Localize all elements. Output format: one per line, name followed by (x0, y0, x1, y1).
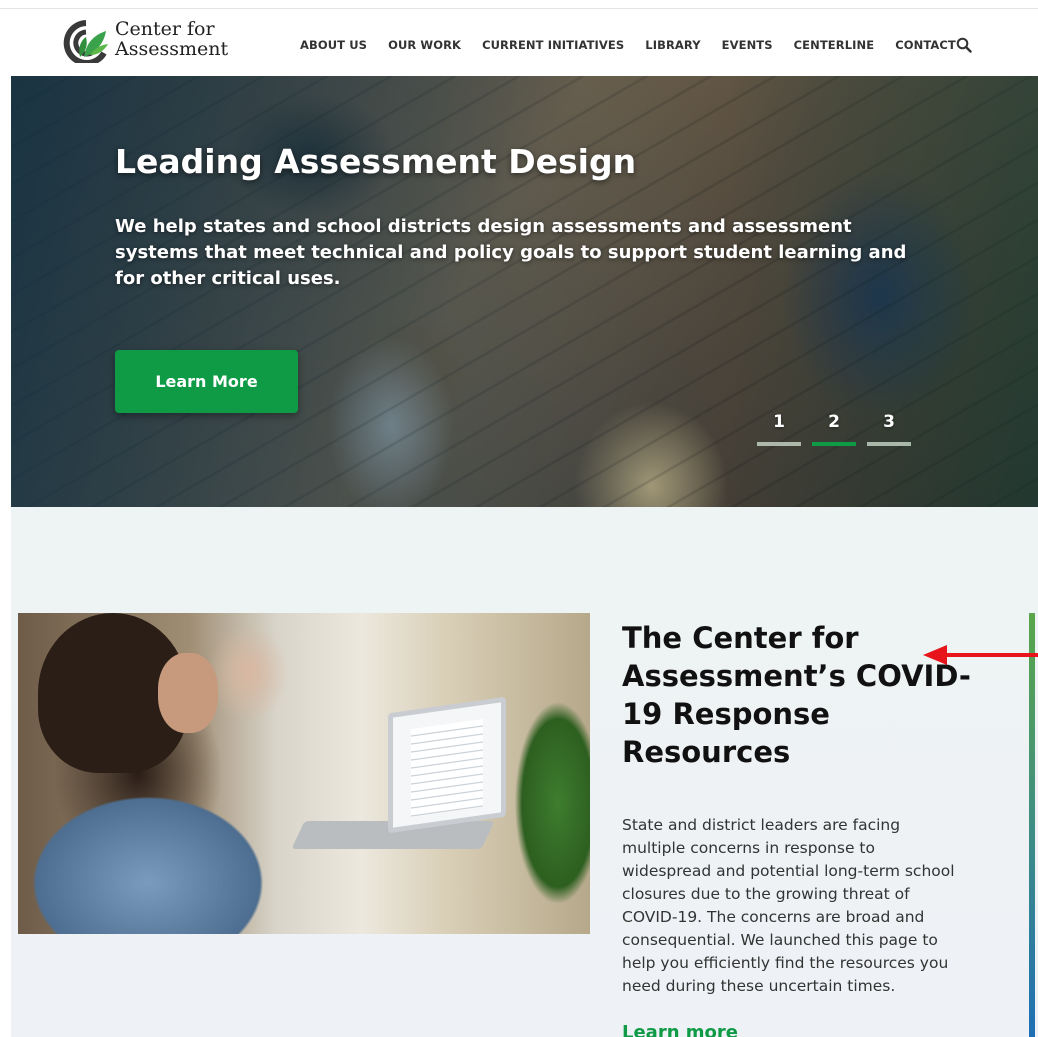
slide-dot-1[interactable]: 1 (757, 412, 801, 446)
feature-description: State and district leaders are facing mu… (622, 816, 955, 995)
hero-description: We help states and school districts desi… (115, 216, 907, 289)
accent-bar (1029, 613, 1035, 1037)
covid-resources-section: The Center for Assessment’s COVID-19 Res… (11, 507, 1038, 1037)
main-nav: ABOUT US OUR WORK CURRENT INITIATIVES LI… (300, 38, 977, 52)
site-header: Center for Assessment ABOUT US OUR WORK … (0, 9, 1038, 76)
slide-number: 3 (883, 412, 895, 432)
nav-library[interactable]: LIBRARY (645, 38, 700, 52)
slide-indicator-bar (867, 442, 911, 446)
nav-our-work[interactable]: OUR WORK (388, 38, 461, 52)
slide-number: 1 (773, 412, 785, 432)
search-icon[interactable] (956, 37, 972, 53)
nav-centerline[interactable]: CENTERLINE (794, 38, 875, 52)
learn-more-button[interactable]: Learn More (115, 350, 298, 413)
feature-title: The Center for Assessment’s COVID-19 Res… (622, 621, 971, 769)
learn-more-link[interactable]: Learn more (622, 1022, 738, 1037)
nav-events[interactable]: EVENTS (722, 38, 773, 52)
photo-detail (488, 653, 590, 934)
slide-indicator-bar (757, 442, 801, 446)
photo-detail (18, 763, 318, 934)
hero-slider: Leading Assessment Design We help states… (11, 76, 1038, 507)
nav-about-us[interactable]: ABOUT US (300, 38, 367, 52)
slide-number: 2 (828, 412, 840, 432)
hero-title: Leading Assessment Design (115, 142, 637, 181)
slide-indicator-bar (812, 442, 856, 446)
student-photo (18, 613, 590, 934)
logo-mark-icon (63, 20, 108, 63)
slide-dot-2[interactable]: 2 (812, 412, 856, 446)
logo-line-1: Center for (115, 18, 215, 40)
nav-contact[interactable]: CONTACT (895, 38, 956, 52)
site-logo[interactable]: Center for Assessment (60, 15, 230, 67)
logo-text: Center for Assessment (115, 19, 228, 59)
logo-line-2: Assessment (115, 38, 229, 60)
nav-current-initiatives[interactable]: CURRENT INITIATIVES (482, 38, 624, 52)
slide-dot-3[interactable]: 3 (867, 412, 911, 446)
photo-detail (158, 653, 218, 733)
slide-pagination: 1 2 3 (757, 412, 911, 446)
red-arrow-annotation-icon (923, 645, 1038, 665)
